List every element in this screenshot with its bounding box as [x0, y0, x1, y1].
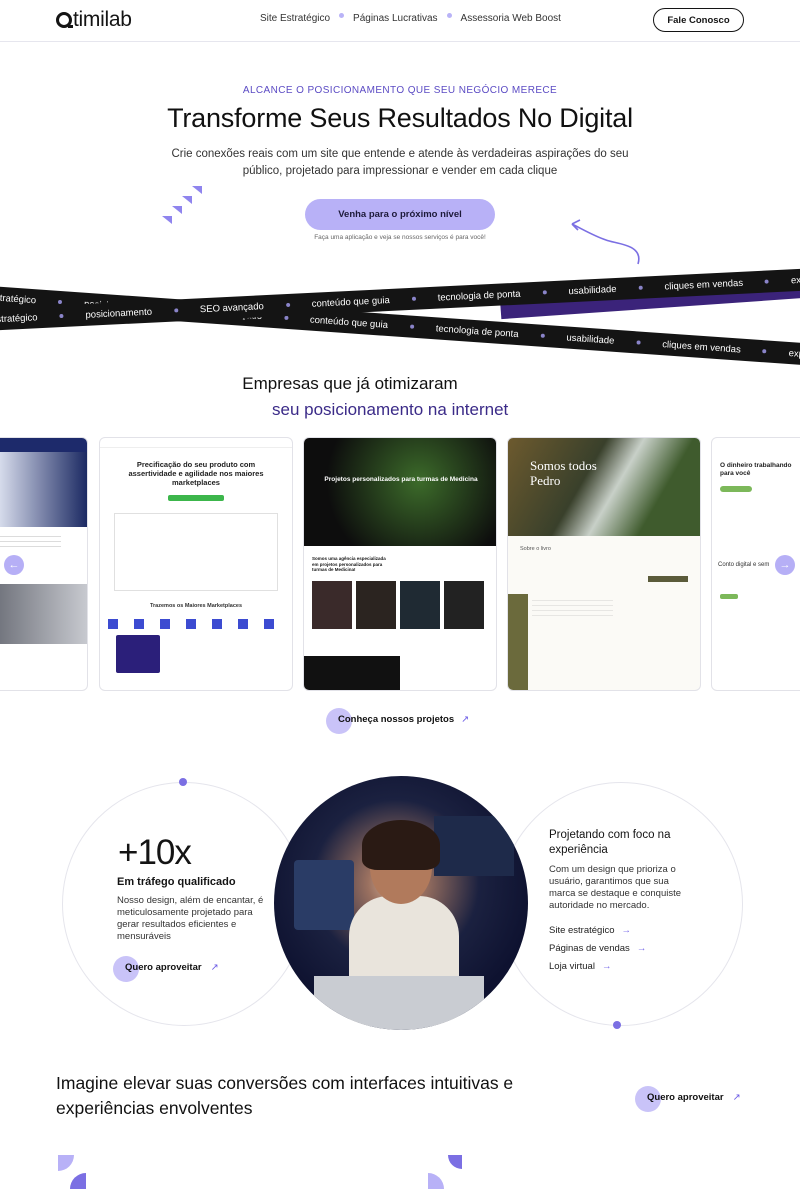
ribbon-keyword: conteúdo que guia — [309, 314, 389, 331]
arrow-up-right-icon: ↗ — [732, 1092, 741, 1103]
quero-aproveitar-label: Quero aproveitar — [125, 962, 202, 973]
experience-title: Projetando com foco na experiência — [549, 829, 671, 856]
main-nav: Site Estratégico Páginas Lucrativas Asse… — [260, 13, 561, 24]
hero-note: Faça uma aplicação e veja se nossos serv… — [314, 234, 486, 241]
nav-item-site-estrategico[interactable]: Site Estratégico — [260, 13, 330, 24]
projects-title-line1: Empresas que já otimizaram — [242, 374, 458, 393]
next-level-button[interactable]: Venha para o próximo nível — [305, 199, 495, 230]
ribbon-separator-dot — [638, 285, 643, 290]
ribbon-keyword: usabilidade — [566, 331, 615, 347]
hero-eyebrow: ALCANCE O POSICIONAMENTO QUE SEU NEGÓCIO… — [242, 85, 558, 96]
arrow-right-icon: → — [636, 943, 647, 954]
project-card-heading: Precificação do seu produto com assertiv… — [128, 460, 264, 487]
curved-arrow-icon — [571, 219, 640, 265]
project-card-heading: Somos todos Pedro — [530, 458, 597, 488]
stat-value: +10x — [118, 833, 192, 872]
quarter-shapes-decoration-icon — [58, 1155, 86, 1189]
arrow-up-right-icon: ↗ — [461, 714, 470, 725]
ribbon-separator-dot — [762, 349, 767, 354]
logo[interactable]: timilab — [56, 8, 132, 32]
logo-mark-icon — [56, 12, 73, 28]
project-card-heading: Projetos personalizados para turmas de M… — [324, 476, 478, 483]
stat-label: Em tráfego qualificado — [117, 876, 236, 888]
woman-celebrating-photo — [274, 776, 528, 1030]
conversion-heading: Imagine elevar suas conversões com inter… — [56, 1073, 514, 1118]
ribbon-keyword: design estratégico — [0, 289, 37, 306]
nav-item-assessoria[interactable]: Assessoria Web Boost — [461, 13, 561, 24]
hero-title: Transforme Seus Resultados No Digital — [167, 103, 633, 133]
link-paginas-de-vendas[interactable]: Páginas de vendas → — [549, 943, 646, 954]
ribbon-separator-dot — [411, 296, 416, 301]
ribbon-keyword: experiência impactante — [788, 347, 800, 365]
arrow-right-icon: → — [601, 961, 612, 972]
arrow-right-icon: → — [621, 925, 631, 936]
project-card-heading: O dinheiro trabalhando para você — [720, 462, 792, 477]
ribbon-separator-dot — [764, 279, 770, 284]
ribbon-keyword: usabilidade — [568, 283, 617, 297]
ribbon-keyword: cliques em vendas — [661, 338, 742, 356]
site-header: timilab Site Estratégico Páginas Lucrati… — [0, 0, 800, 42]
carousel-prev-arrow-icon[interactable]: ← — [4, 555, 24, 575]
ribbon-separator-dot — [57, 299, 63, 305]
logo-text: timilab — [73, 8, 132, 31]
ribbon-keyword: SEO avançado — [199, 300, 265, 315]
contact-button[interactable]: Fale Conosco — [653, 8, 744, 32]
bottom-quero-aproveitar-button[interactable]: Quero aproveitar ↗ — [635, 1086, 741, 1112]
ribbon-separator-dot — [283, 315, 289, 320]
quero-aproveitar-button[interactable]: Quero aproveitar ↗ — [113, 956, 219, 982]
project-card-sub: Sobre o livro — [520, 546, 551, 552]
projects-button[interactable]: Conheça nossos projetos ↗ — [326, 708, 470, 734]
ribbon-keyword: tecnologia de ponta — [435, 322, 519, 340]
nav-separator-dot — [446, 13, 452, 18]
ribbon-keyword: posicionamento — [85, 306, 153, 321]
ribbon-keyword: design estratégico — [0, 311, 38, 327]
arrow-up-right-icon: ↗ — [210, 962, 219, 973]
ribbon-separator-dot — [540, 333, 545, 338]
nav-item-paginas-lucrativas[interactable]: Páginas Lucrativas — [353, 13, 438, 24]
link-loja-virtual[interactable]: Loja virtual → — [549, 961, 611, 972]
ribbon-separator-dot — [285, 302, 290, 308]
ribbon-separator-dot — [59, 313, 64, 319]
project-card[interactable]: Precificação do seu produto com assertiv… — [99, 437, 293, 691]
ribbon-separator-dot — [173, 308, 179, 313]
orbit-dot — [613, 1021, 621, 1029]
projects-title-line2: seu posicionamento na internet — [272, 400, 509, 419]
project-card-sub: Somos uma agência especializada em proje… — [312, 556, 386, 572]
ribbon-keyword: conteúdo que guia — [311, 294, 391, 310]
project-card[interactable]: Projetos personalizados para turmas de M… — [303, 437, 497, 691]
ribbon-keyword: tecnologia de ponta — [437, 288, 521, 304]
experience-description: Com um design que prioriza o usuário, ga… — [549, 864, 682, 911]
triangles-decoration-icon — [162, 186, 202, 224]
carousel-next-arrow-icon[interactable]: → — [775, 555, 795, 575]
ribbon-keyword: cliques em vendas — [664, 277, 744, 293]
projects-button-label: Conheça nossos projetos — [338, 714, 455, 725]
ribbon-separator-dot — [636, 340, 641, 345]
ribbon-keyword: experiência impactante — [790, 270, 800, 286]
nav-separator-dot — [339, 13, 345, 18]
stat-description: Nosso design, além de encantar, é meticu… — [117, 895, 264, 942]
link-site-estrategico[interactable]: Site estratégico → — [549, 925, 631, 936]
hero-subtitle: Crie conexões reais com um site que ente… — [171, 148, 629, 177]
project-card-sub: Conto digital e sem — [718, 562, 770, 568]
project-card-sub: Trazemos os Maiores Marketplaces — [149, 603, 242, 609]
ribbon-separator-dot — [409, 324, 415, 329]
bottom-quero-aproveitar-label: Quero aproveitar — [647, 1092, 724, 1103]
project-card[interactable]: Somos todos Pedro Sobre o livro ————————… — [507, 437, 701, 691]
orbit-dot — [179, 778, 187, 786]
ribbon-separator-dot — [542, 290, 547, 295]
quarter-shapes-decoration-icon — [428, 1155, 462, 1189]
